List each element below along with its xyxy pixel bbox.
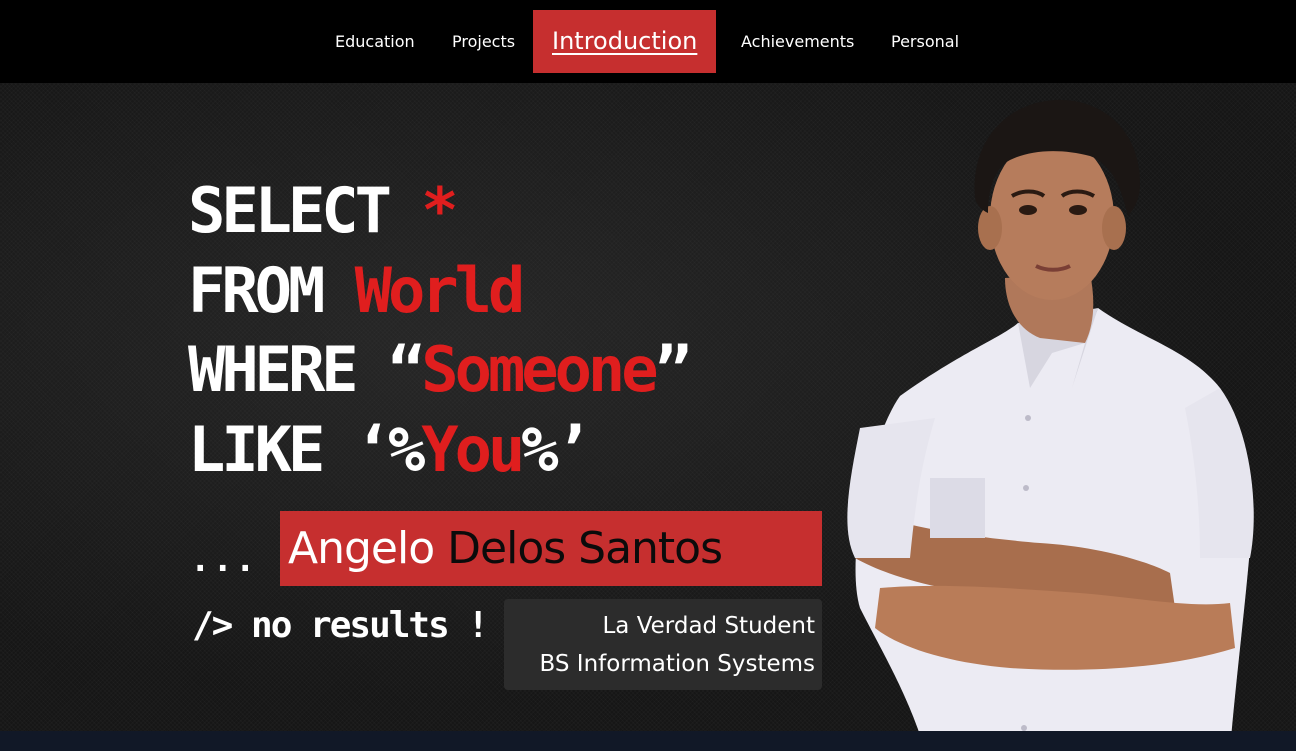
sql-keyword: LIKE (188, 413, 325, 486)
name-banner: Angelo Delos Santos (280, 511, 822, 586)
sql-line-where: WHERE “Someone” (188, 339, 692, 401)
school-label: La Verdad Student (602, 613, 815, 639)
nav-item-personal[interactable]: Personal (891, 10, 959, 73)
sql-line-select: SELECT * (188, 180, 459, 242)
sql-open-quote: “ (387, 333, 425, 406)
sql-value: Someone (421, 333, 658, 406)
sql-value: * (421, 174, 458, 247)
portrait-ear-right (1102, 206, 1126, 250)
ellipsis-text: ... (190, 540, 258, 580)
next-section-edge (0, 731, 1296, 751)
portrait-button (1023, 485, 1029, 491)
sql-open: ‘% (354, 413, 426, 486)
student-portrait (847, 99, 1254, 751)
nav-item-education[interactable]: Education (335, 10, 415, 73)
portrait-button (1025, 415, 1031, 421)
sql-line-like: LIKE ‘%You%’ (188, 419, 592, 481)
no-results-text: /> no results ! (192, 605, 489, 646)
portrait-eye-left (1019, 205, 1037, 215)
last-name: Delos Santos (447, 523, 723, 574)
nav-item-achievements[interactable]: Achievements (741, 10, 854, 73)
portrait-ear-left (978, 206, 1002, 250)
sql-keyword: SELECT (188, 174, 392, 247)
portrait-pocket (930, 478, 985, 538)
portrait-eye-right (1069, 205, 1087, 215)
sql-keyword: WHERE (188, 333, 359, 406)
sql-close: %’ (521, 413, 592, 486)
sql-keyword: FROM (188, 254, 325, 327)
sql-value: World (354, 254, 526, 327)
course-label: BS Information Systems (539, 651, 815, 677)
nav-item-introduction[interactable]: Introduction (533, 10, 717, 73)
sql-line-from: FROM World (188, 260, 525, 322)
sql-value: You (421, 413, 525, 486)
subtitle-box: La Verdad Student BS Information Systems (504, 599, 822, 690)
top-navbar: Education Projects Introduction Achievem… (0, 0, 1296, 83)
nav-item-projects[interactable]: Projects (452, 10, 515, 73)
sql-close-quote: ” (654, 333, 692, 406)
first-name: Angelo (288, 523, 435, 574)
